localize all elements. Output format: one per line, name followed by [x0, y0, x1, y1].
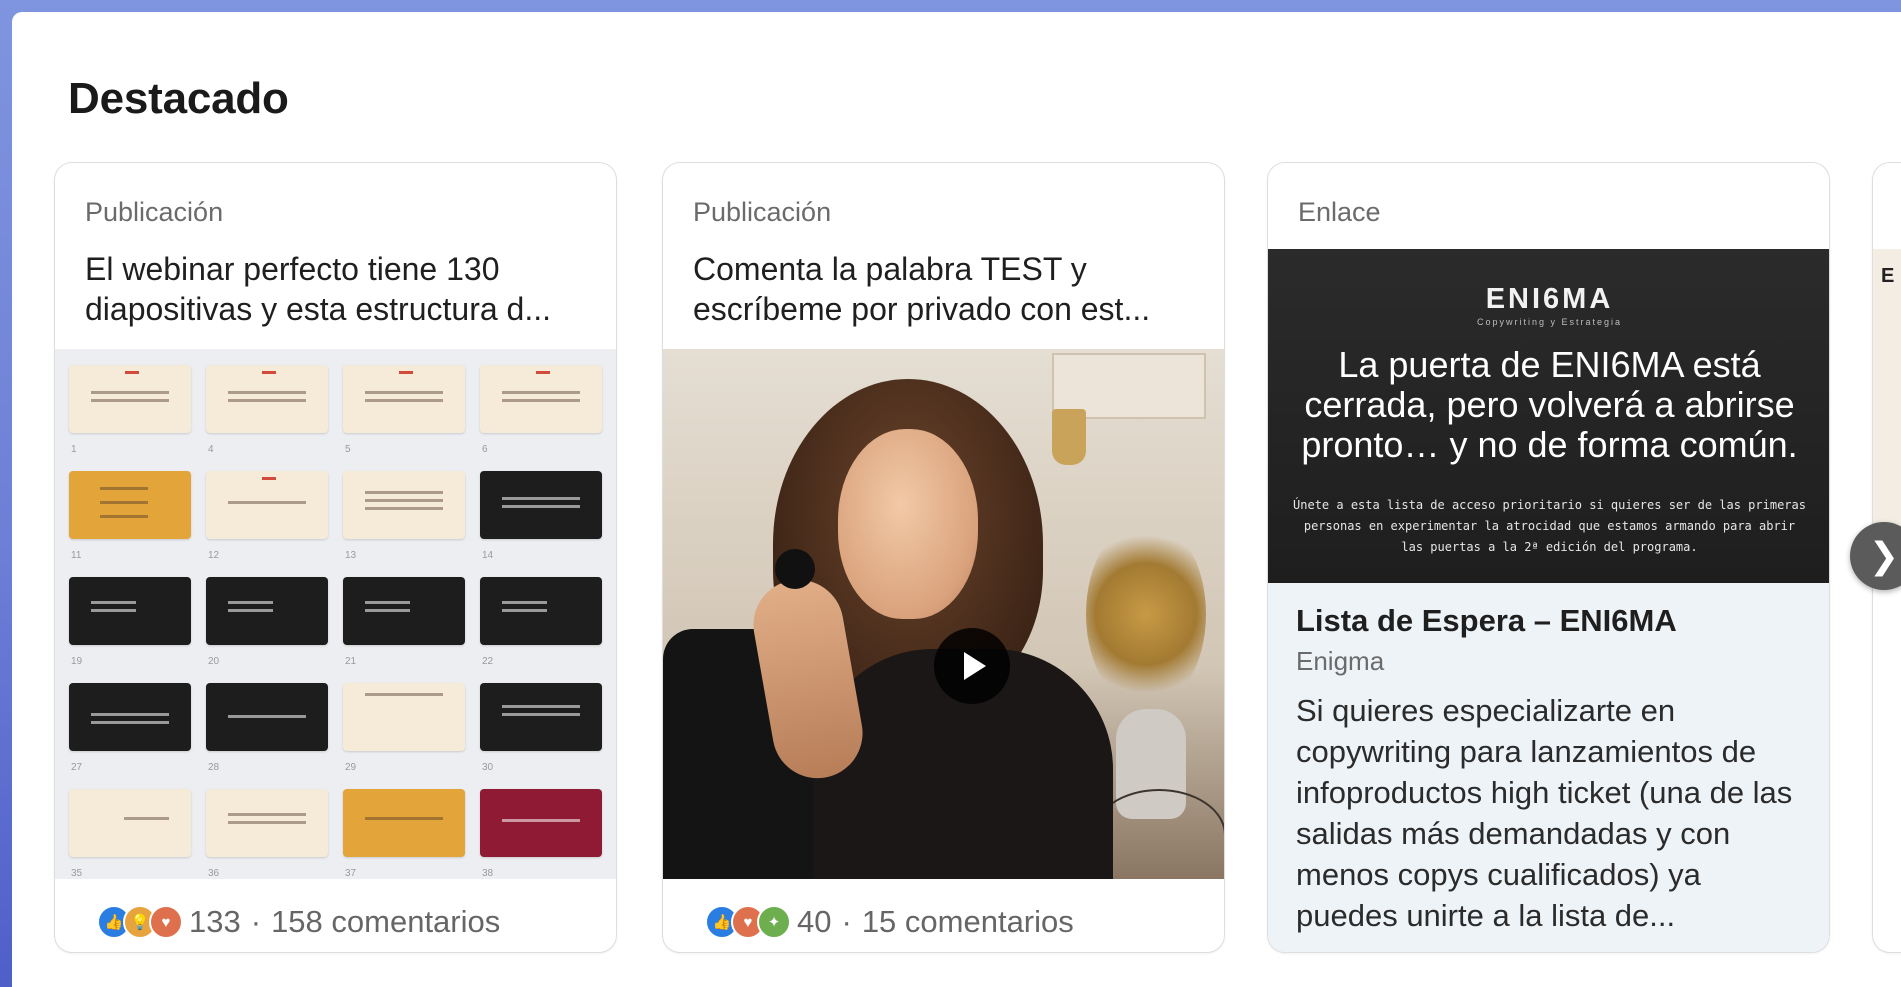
- slides-thumbnail[interactable]: 1 4 5 6 11 12 13 14 19 20 21 22 27 28 29…: [55, 349, 616, 879]
- post-text[interactable]: Comenta la palabra TEST y escríbeme por …: [693, 249, 1198, 329]
- reaction-count[interactable]: 133: [189, 904, 241, 940]
- slide-thumb: 27: [69, 683, 191, 773]
- support-icon: ✦: [757, 905, 791, 939]
- slide-thumb: 4: [206, 365, 328, 455]
- slide-thumb: 36: [206, 789, 328, 879]
- chevron-right-icon: ❯: [1868, 535, 1900, 576]
- featured-card-video[interactable]: Publicación Comenta la palabra TEST y es…: [662, 162, 1225, 953]
- featured-card-link[interactable]: Enlace ENI6MA Copywriting y Estrategia L…: [1267, 162, 1830, 953]
- slide-thumb: 11: [69, 471, 191, 561]
- slide-thumb: 22: [480, 577, 602, 667]
- play-icon: [964, 652, 986, 680]
- banner-body: Únete a esta lista de acceso prioritario…: [1293, 498, 1806, 554]
- video-thumbnail[interactable]: [663, 349, 1224, 879]
- social-counts[interactable]: 👍 💡 ♥ 133 · 158 comentarios: [97, 901, 500, 943]
- featured-card-webinar[interactable]: Publicación El webinar perfecto tiene 13…: [54, 162, 617, 953]
- card-type-label: Publicación: [85, 197, 224, 227]
- brand-tagline: Copywriting y Estrategia: [1476, 317, 1623, 327]
- lamp: [1052, 409, 1086, 465]
- link-preview[interactable]: Lista de Espera – ENI6MA Enigma Si quier…: [1268, 583, 1829, 952]
- slide-thumb: 30: [480, 683, 602, 773]
- slide-thumb: 20: [206, 577, 328, 667]
- microphone: [775, 549, 815, 589]
- slide-thumb: 21: [343, 577, 465, 667]
- social-counts[interactable]: 👍 ♥ ✦ 40 · 15 comentarios: [705, 901, 1074, 943]
- plant: [1086, 519, 1206, 709]
- featured-panel: Destacado Publicación El webinar perfect…: [12, 12, 1901, 987]
- slide-thumb: 13: [343, 471, 465, 561]
- card-type-label: Publicación: [693, 197, 832, 227]
- person-face: [838, 429, 978, 619]
- link-title[interactable]: Lista de Espera – ENI6MA: [1296, 603, 1677, 639]
- slide-thumb: 28: [206, 683, 328, 773]
- brand-logo: ENI6MA: [1485, 283, 1614, 315]
- comments-count[interactable]: 158 comentarios: [271, 904, 500, 940]
- separator: ·: [841, 904, 852, 939]
- slides-grid: 1 4 5 6 11 12 13 14 19 20 21 22 27 28 29…: [69, 365, 604, 879]
- slide-thumb: 37: [343, 789, 465, 879]
- reaction-count[interactable]: 40: [797, 904, 831, 940]
- post-text[interactable]: El webinar perfecto tiene 130 diapositiv…: [85, 249, 590, 329]
- link-description: Si quieres especializarte en copywriting…: [1296, 693, 1793, 933]
- featured-carousel: Publicación El webinar perfecto tiene 13…: [12, 12, 1901, 987]
- slide-thumb: 6: [480, 365, 602, 455]
- slide-thumb: 19: [69, 577, 191, 667]
- slide-thumb: 12: [206, 471, 328, 561]
- love-icon: ♥: [149, 905, 183, 939]
- separator: ·: [250, 904, 262, 939]
- slide-thumb: 5: [343, 365, 465, 455]
- slide-thumb: 1: [69, 365, 191, 455]
- slide-thumb: 35: [69, 789, 191, 879]
- banner-headline: La puerta de ENI6MA está cerrada, pero v…: [1301, 344, 1798, 465]
- link-source: Enigma: [1296, 646, 1385, 676]
- slide-thumb: 14: [480, 471, 602, 561]
- link-banner[interactable]: ENI6MA Copywriting y Estrategia La puert…: [1268, 249, 1829, 583]
- peek-text: E: [1881, 265, 1895, 287]
- reaction-icons: 👍 💡 ♥: [97, 905, 183, 939]
- reaction-icons: 👍 ♥ ✦: [705, 905, 791, 939]
- play-button[interactable]: [934, 628, 1010, 704]
- card-type-label: Enlace: [1298, 197, 1381, 227]
- slide-thumb: 38: [480, 789, 602, 879]
- comments-count[interactable]: 15 comentarios: [862, 904, 1074, 940]
- slide-thumb: 29: [343, 683, 465, 773]
